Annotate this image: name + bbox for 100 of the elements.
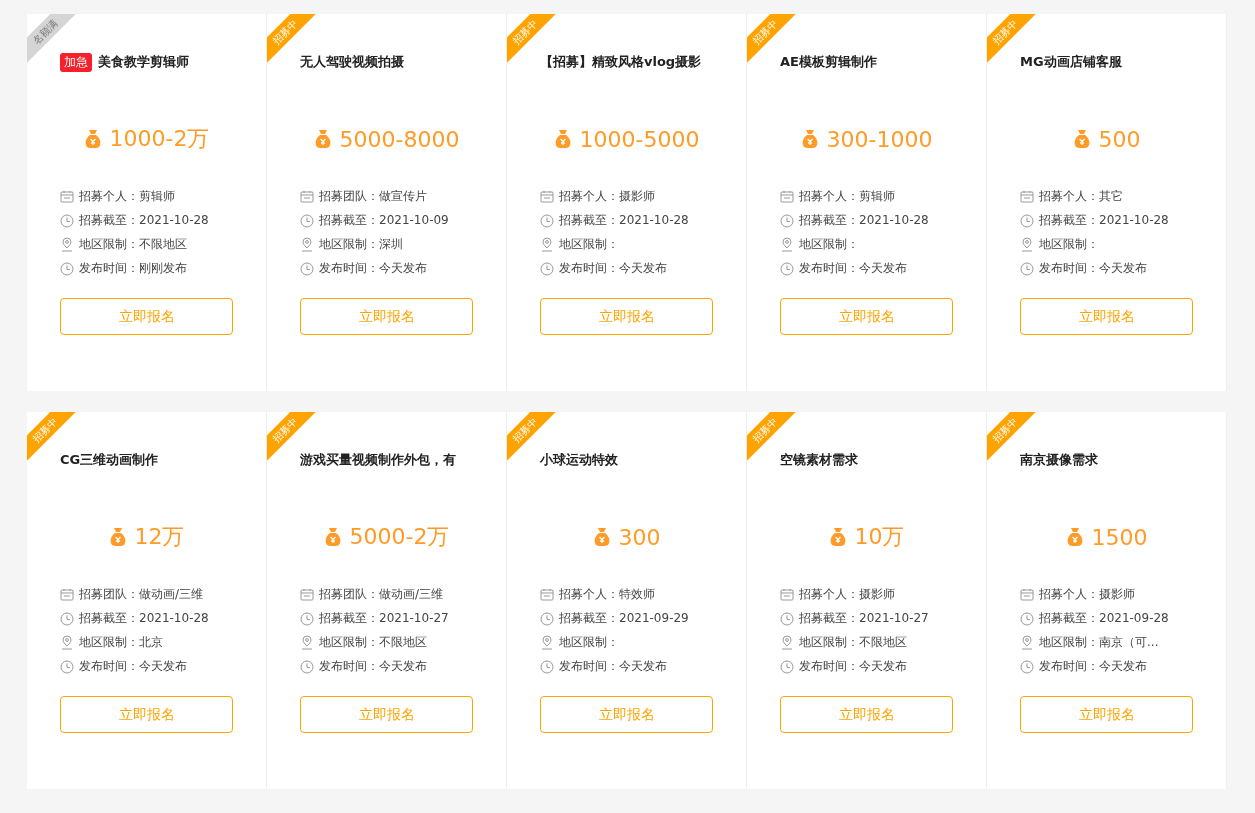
detail-text: 招募个人：特效师 (559, 586, 655, 603)
calendar-icon (780, 588, 794, 601)
detail-text: 招募个人：摄影师 (1039, 586, 1135, 603)
clock-icon (60, 261, 74, 276)
clock-icon (780, 659, 794, 674)
detail-text: 地区限制：不限地区 (79, 236, 187, 253)
salary-range: 1000-5000 (579, 126, 700, 152)
clock-icon (300, 213, 314, 228)
detail-text: 发布时间：今天发布 (1039, 260, 1147, 277)
urgent-badge: 加急 (60, 52, 92, 72)
clock-icon (540, 611, 554, 626)
job-title: AE模板剪辑制作 (780, 53, 877, 71)
location-pin-icon (300, 635, 314, 650)
detail-text: 招募截至：2021-10-09 (319, 212, 449, 229)
calendar-icon (540, 588, 554, 601)
clock-icon (300, 261, 314, 276)
salary-range: 5000-8000 (339, 126, 460, 152)
apply-button[interactable]: 立即报名 (300, 696, 473, 733)
apply-button[interactable]: 立即报名 (60, 298, 233, 335)
detail-text: 招募个人：摄影师 (559, 188, 655, 205)
location-pin-icon (60, 635, 74, 650)
detail-text: 招募截至：2021-10-28 (559, 212, 689, 229)
apply-button[interactable]: 立即报名 (1020, 298, 1193, 335)
salary-range: 1500 (1091, 524, 1148, 550)
location-pin-icon (60, 237, 74, 252)
detail-text: 招募个人：摄影师 (799, 586, 895, 603)
job-title: MG动画店铺客服 (1020, 53, 1122, 71)
job-title: 空镜素材需求 (780, 451, 858, 469)
calendar-icon (300, 588, 314, 601)
clock-icon (780, 611, 794, 626)
money-bag-icon (800, 129, 819, 149)
apply-button[interactable]: 立即报名 (780, 696, 953, 733)
detail-text: 发布时间：今天发布 (799, 260, 907, 277)
location-pin-icon (300, 237, 314, 252)
detail-text: 地区限制：南京（可... (1039, 634, 1159, 651)
detail-text: 发布时间：今天发布 (559, 260, 667, 277)
clock-icon (300, 659, 314, 674)
location-pin-icon (1020, 635, 1034, 650)
job-title: 美食教学剪辑师 (98, 53, 189, 71)
detail-text: 招募团队：做动画/三维 (79, 586, 204, 603)
calendar-icon (1020, 588, 1034, 601)
clock-icon (60, 659, 74, 674)
calendar-icon (540, 190, 554, 203)
clock-icon (780, 213, 794, 228)
clock-icon (300, 611, 314, 626)
job-title: CG三维动画制作 (60, 451, 159, 469)
location-pin-icon (780, 635, 794, 650)
location-pin-icon (540, 237, 554, 252)
apply-button[interactable]: 立即报名 (540, 696, 713, 733)
salary-range: 12万 (134, 523, 185, 551)
clock-icon (1020, 611, 1034, 626)
calendar-icon (300, 190, 314, 203)
money-bag-icon (108, 527, 127, 547)
calendar-icon (60, 190, 74, 203)
apply-button[interactable]: 立即报名 (1020, 696, 1193, 733)
detail-text: 地区限制：不限地区 (799, 634, 907, 651)
detail-text: 发布时间：今天发布 (319, 260, 427, 277)
clock-icon (60, 611, 74, 626)
calendar-icon (1020, 190, 1034, 203)
clock-icon (780, 261, 794, 276)
detail-text: 招募截至：2021-10-27 (319, 610, 449, 627)
detail-text: 招募截至：2021-09-29 (559, 610, 689, 627)
apply-button[interactable]: 立即报名 (300, 298, 473, 335)
detail-text: 地区限制： (799, 236, 859, 253)
detail-text: 发布时间：今天发布 (559, 658, 667, 675)
money-bag-icon (313, 129, 332, 149)
clock-icon (60, 213, 74, 228)
money-bag-icon (828, 527, 847, 547)
detail-text: 招募截至：2021-10-28 (799, 212, 929, 229)
detail-text: 发布时间：刚刚发布 (79, 260, 187, 277)
location-pin-icon (1020, 237, 1034, 252)
apply-button[interactable]: 立即报名 (540, 298, 713, 335)
job-title: 【招募】精致风格vlog摄影 (540, 53, 702, 71)
money-bag-icon (1065, 527, 1084, 547)
detail-text: 招募团队：做宣传片 (319, 188, 427, 205)
salary-range: 500 (1098, 126, 1141, 152)
money-bag-icon (323, 527, 342, 547)
money-bag-icon (592, 527, 611, 547)
calendar-icon (780, 190, 794, 203)
detail-text: 地区限制：不限地区 (319, 634, 427, 651)
clock-icon (540, 261, 554, 276)
salary-range: 300 (618, 524, 661, 550)
detail-text: 招募截至：2021-09-28 (1039, 610, 1169, 627)
detail-text: 发布时间：今天发布 (319, 658, 427, 675)
apply-button[interactable]: 立即报名 (60, 696, 233, 733)
detail-text: 地区限制： (559, 634, 619, 651)
salary-range: 1000-2万 (109, 125, 210, 153)
detail-text: 地区限制：北京 (79, 634, 163, 651)
detail-text: 地区限制： (559, 236, 619, 253)
money-bag-icon (83, 129, 102, 149)
job-title: 南京摄像需求 (1020, 451, 1098, 469)
clock-icon (1020, 261, 1034, 276)
clock-icon (1020, 213, 1034, 228)
salary-range: 10万 (854, 523, 905, 551)
clock-icon (540, 213, 554, 228)
apply-button[interactable]: 立即报名 (780, 298, 953, 335)
detail-text: 发布时间：今天发布 (799, 658, 907, 675)
detail-text: 地区限制：深圳 (319, 236, 403, 253)
job-title: 小球运动特效 (540, 451, 618, 469)
detail-text: 发布时间：今天发布 (1039, 658, 1147, 675)
